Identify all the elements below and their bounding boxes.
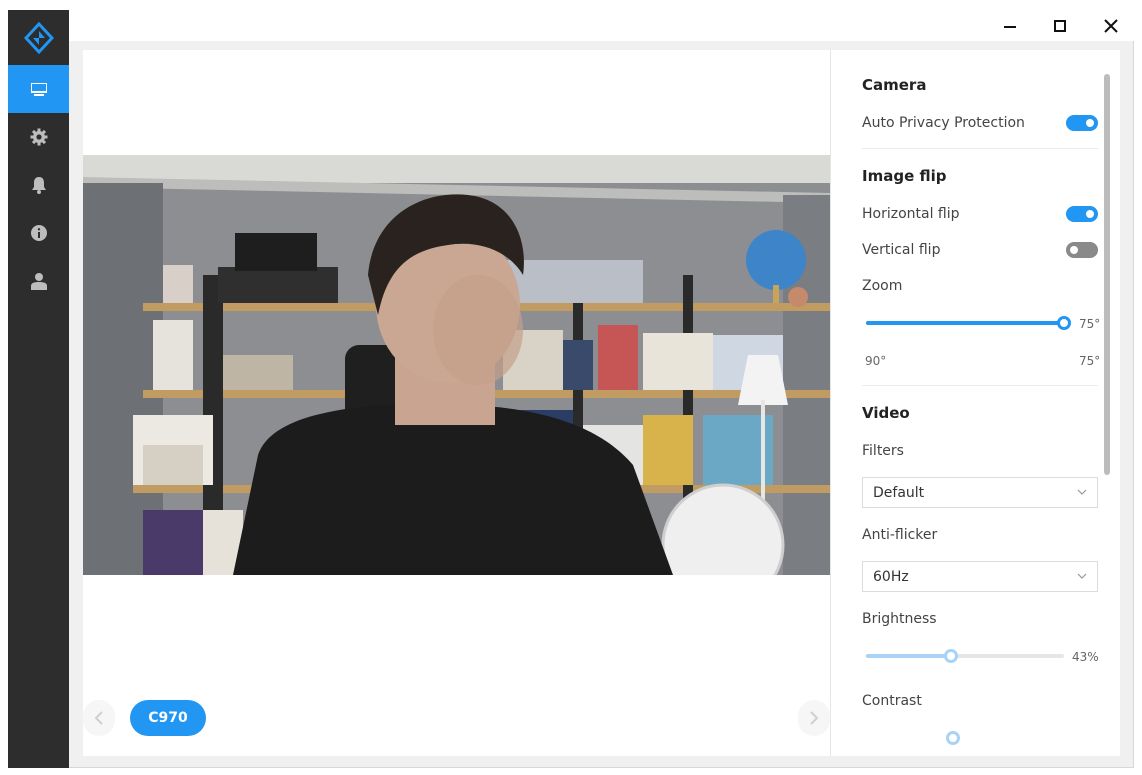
- divider: [862, 385, 1098, 386]
- close-icon: [1104, 19, 1118, 33]
- gear-icon: [30, 128, 47, 146]
- vertical-flip-toggle[interactable]: [1066, 242, 1098, 258]
- toggle-knob: [1086, 210, 1094, 218]
- logo-icon: [23, 21, 54, 54]
- video-feed: [83, 155, 830, 575]
- camera-name-chip[interactable]: C970: [130, 700, 206, 736]
- filters-select-value: Default: [873, 484, 925, 501]
- zoom-value: 75°: [1079, 317, 1101, 331]
- info-icon: [30, 225, 47, 241]
- minimize-icon: [1004, 26, 1016, 28]
- brightness-label: Brightness: [862, 611, 937, 627]
- brightness-slider-thumb[interactable]: [944, 649, 959, 663]
- filters-select[interactable]: Default: [862, 477, 1098, 508]
- chevron-left-icon: [94, 711, 103, 725]
- horizontal-flip-label: Horizontal flip: [862, 206, 960, 222]
- app-window: C970 Camera Auto Privacy Protection Imag…: [0, 0, 1142, 775]
- brightness-slider[interactable]: [866, 649, 1064, 663]
- next-camera-button[interactable]: [798, 700, 830, 736]
- maximize-button[interactable]: [1045, 14, 1075, 38]
- brightness-value: 43%: [1072, 650, 1099, 664]
- minimize-button[interactable]: [995, 14, 1025, 38]
- bell-icon: [31, 177, 46, 194]
- title-bar: [69, 10, 1134, 41]
- zoom-slider-thumb[interactable]: [1057, 316, 1071, 330]
- section-title-camera: Camera: [862, 76, 927, 94]
- settings-scrollbar[interactable]: [1104, 74, 1110, 475]
- user-icon: [30, 273, 47, 290]
- monitor-icon: [30, 83, 47, 96]
- zoom-slider-fill: [866, 321, 1064, 325]
- app-logo: [8, 10, 69, 65]
- brightness-slider-fill: [866, 654, 952, 658]
- anti-flicker-select-value: 60Hz: [873, 568, 909, 585]
- zoom-label: Zoom: [862, 278, 903, 294]
- section-title-video: Video: [862, 404, 910, 422]
- anti-flicker-select[interactable]: 60Hz: [862, 561, 1098, 592]
- contrast-label: Contrast: [862, 693, 922, 709]
- zoom-slider[interactable]: [866, 316, 1071, 330]
- anti-flicker-label: Anti-flicker: [862, 527, 938, 543]
- horizontal-flip-toggle[interactable]: [1066, 206, 1098, 222]
- video-image: [83, 155, 830, 575]
- vertical-flip-label: Vertical flip: [862, 242, 941, 258]
- chevron-right-icon: [810, 711, 819, 725]
- maximize-icon: [1054, 20, 1066, 32]
- sidebar-item-camera[interactable]: [8, 65, 69, 113]
- settings-panel: Camera Auto Privacy Protection Image fli…: [831, 50, 1120, 756]
- chevron-down-icon: [1077, 489, 1087, 495]
- sidebar-item-info[interactable]: [8, 209, 69, 257]
- sidebar-item-account[interactable]: [8, 257, 69, 305]
- sidebar-item-notifications[interactable]: [8, 161, 69, 209]
- sidebar: [8, 10, 69, 768]
- section-title-image-flip: Image flip: [862, 167, 947, 185]
- toggle-knob: [1070, 246, 1078, 254]
- filters-label: Filters: [862, 443, 904, 459]
- zoom-max-label: 75°: [1079, 354, 1101, 368]
- auto-privacy-label: Auto Privacy Protection: [862, 115, 1025, 131]
- sidebar-item-settings[interactable]: [8, 113, 69, 161]
- prev-camera-button[interactable]: [83, 700, 115, 736]
- chevron-down-icon: [1077, 573, 1087, 579]
- toggle-knob: [1086, 119, 1094, 127]
- close-button[interactable]: [1096, 14, 1126, 38]
- divider: [862, 148, 1098, 149]
- contrast-slider-thumb[interactable]: [946, 731, 960, 745]
- zoom-min-label: 90°: [865, 354, 887, 368]
- auto-privacy-toggle[interactable]: [1066, 115, 1098, 131]
